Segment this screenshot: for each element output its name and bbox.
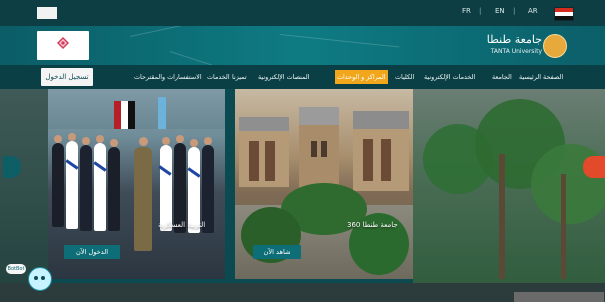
university-seal-icon: [543, 34, 567, 58]
card-title-military-education: التربية العسكرية: [158, 221, 206, 229]
top-bar: FR | EN | AR: [0, 0, 605, 26]
hero-slider: التربية العسكرية الدخول الآن جامعة طنطا …: [0, 89, 605, 302]
nav-university[interactable]: الجامعة: [492, 70, 512, 84]
login-button[interactable]: تسجيل الدخول: [41, 68, 93, 86]
chatbot-icon[interactable]: BotBot: [6, 264, 54, 294]
site-header: جامعة طنطا TANTA University: [0, 26, 605, 65]
nav-excellence[interactable]: تميزنا: [232, 70, 247, 84]
watch-now-button[interactable]: شاهد الآن: [253, 245, 301, 259]
carousel-prev-icon[interactable]: [3, 156, 21, 178]
chatbot-bubble: BotBot: [6, 264, 26, 274]
lang-separator: |: [479, 7, 482, 15]
university-brand[interactable]: جامعة طنطا TANTA University: [440, 32, 570, 60]
nav-services[interactable]: الخدمات: [207, 70, 230, 84]
carousel-next-icon[interactable]: [583, 156, 605, 178]
feature-card-tanta-360[interactable]: جامعة طنطا 360 شاهد الآن: [235, 89, 413, 279]
nav-centers-units[interactable]: المراكز و الوحدات: [335, 70, 388, 84]
nav-e-platforms[interactable]: المنصات الإلكترونية: [258, 70, 309, 84]
lang-en[interactable]: EN: [495, 7, 505, 15]
corner-status: [514, 292, 604, 302]
nav-home[interactable]: الصفحة الرئيسية: [519, 70, 563, 84]
enter-now-button[interactable]: الدخول الآن: [64, 245, 120, 259]
university-logo-icon[interactable]: [37, 31, 89, 60]
top-left-white-box: [37, 7, 57, 19]
nav-faculties[interactable]: الكليات: [395, 70, 414, 84]
brand-english: TANTA University: [490, 48, 542, 55]
lang-fr[interactable]: FR: [462, 7, 471, 15]
hero-background-right: [413, 89, 605, 302]
nav-e-services[interactable]: الخدمات الإلكترونية: [424, 70, 475, 84]
logo-mark-icon: [57, 37, 69, 49]
main-navigation: تسجيل الدخول الصفحة الرئيسية الجامعة الخ…: [0, 65, 605, 89]
feature-card-military-education[interactable]: التربية العسكرية الدخول الآن: [48, 89, 225, 279]
egypt-flag-icon[interactable]: [554, 7, 574, 21]
lang-separator: |: [513, 7, 516, 15]
lang-ar[interactable]: AR: [528, 7, 538, 15]
card-title-tanta-360: جامعة طنطا 360: [347, 221, 398, 229]
students-group-photo: [48, 129, 225, 254]
brand-arabic: جامعة طنطا: [486, 33, 542, 46]
chatbot-face-icon: [28, 267, 52, 291]
nav-inquiries[interactable]: الاستفسارات والمقترحات: [134, 70, 202, 84]
